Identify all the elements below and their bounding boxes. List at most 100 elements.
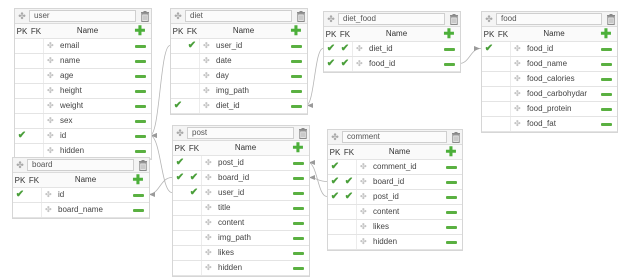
fk-cell[interactable]: ✔	[187, 186, 201, 200]
remove-field-button[interactable]	[129, 134, 151, 138]
remove-field-button[interactable]	[127, 208, 149, 212]
field-name[interactable]: ✤ likes	[201, 246, 287, 260]
field-name[interactable]: ✤ img_path	[201, 231, 287, 245]
remove-field-button[interactable]	[129, 149, 151, 153]
remove-field-button[interactable]	[440, 195, 462, 199]
fk-cell[interactable]: ✔	[342, 175, 356, 189]
field-name[interactable]: ✤ height	[43, 84, 129, 98]
pk-cell[interactable]: ✔	[328, 175, 342, 189]
field-name[interactable]: ✤ age	[43, 69, 129, 83]
move-handle-icon[interactable]: ✤	[171, 9, 185, 23]
remove-field-button[interactable]	[440, 180, 462, 184]
add-field-button[interactable]: ✚	[285, 24, 307, 38]
drag-handle-icon[interactable]: ✤	[203, 39, 210, 53]
remove-field-button[interactable]	[287, 221, 309, 225]
fk-cell[interactable]: ✔	[185, 39, 199, 53]
table-name-field[interactable]: food	[496, 13, 602, 25]
field-name[interactable]: ✤ title	[201, 201, 287, 215]
drag-handle-icon[interactable]: ✤	[360, 175, 367, 189]
pk-cell[interactable]: ✔	[324, 42, 338, 56]
fk-cell[interactable]: ✔	[338, 42, 352, 56]
field-name[interactable]: ✤ name	[43, 54, 129, 68]
drag-handle-icon[interactable]: ✤	[47, 114, 54, 128]
move-handle-icon[interactable]: ✤	[15, 9, 29, 23]
add-field-button[interactable]: ✚	[129, 24, 151, 38]
drag-handle-icon[interactable]: ✤	[203, 54, 210, 68]
drag-handle-icon[interactable]: ✤	[514, 117, 521, 131]
field-name[interactable]: ✤ day	[199, 69, 285, 83]
pk-cell[interactable]: ✔	[13, 188, 27, 202]
field-name[interactable]: ✤ content	[201, 216, 287, 230]
pk-cell[interactable]: ✔	[173, 171, 187, 185]
trash-icon[interactable]	[605, 13, 617, 25]
remove-field-button[interactable]	[287, 236, 309, 240]
remove-field-button[interactable]	[129, 59, 151, 63]
field-name[interactable]: ✤ board_id	[201, 171, 287, 185]
remove-field-button[interactable]	[440, 240, 462, 244]
field-name[interactable]: ✤ email	[43, 39, 129, 53]
drag-handle-icon[interactable]: ✤	[47, 99, 54, 113]
drag-handle-icon[interactable]: ✤	[514, 42, 521, 56]
remove-field-button[interactable]	[440, 210, 462, 214]
remove-field-button[interactable]	[285, 104, 307, 108]
trash-icon[interactable]	[297, 127, 309, 139]
remove-field-button[interactable]	[287, 266, 309, 270]
drag-handle-icon[interactable]: ✤	[45, 188, 52, 202]
fk-cell[interactable]: ✔	[187, 171, 201, 185]
drag-handle-icon[interactable]: ✤	[47, 54, 54, 68]
drag-handle-icon[interactable]: ✤	[356, 42, 363, 56]
field-name[interactable]: ✤ content	[356, 205, 440, 219]
add-field-button[interactable]: ✚	[595, 27, 617, 41]
remove-field-button[interactable]	[285, 44, 307, 48]
field-name[interactable]: ✤ diet_id	[199, 99, 285, 113]
remove-field-button[interactable]	[285, 89, 307, 93]
drag-handle-icon[interactable]: ✤	[205, 261, 212, 275]
field-name[interactable]: ✤ food_name	[510, 57, 595, 71]
field-name[interactable]: ✤ post_id	[356, 190, 440, 204]
field-name[interactable]: ✤ food_calories	[510, 72, 595, 86]
field-name[interactable]: ✤ weight	[43, 99, 129, 113]
remove-field-button[interactable]	[129, 74, 151, 78]
drag-handle-icon[interactable]: ✤	[360, 160, 367, 174]
trash-icon[interactable]	[450, 131, 462, 143]
drag-handle-icon[interactable]: ✤	[205, 156, 212, 170]
drag-handle-icon[interactable]: ✤	[205, 186, 212, 200]
field-name[interactable]: ✤ likes	[356, 220, 440, 234]
fk-cell[interactable]: ✔	[338, 57, 352, 71]
fk-cell[interactable]: ✔	[342, 190, 356, 204]
pk-cell[interactable]: ✔	[173, 156, 187, 170]
drag-handle-icon[interactable]: ✤	[514, 102, 521, 116]
field-name[interactable]: ✤ user_id	[201, 186, 287, 200]
field-name[interactable]: ✤ board_name	[41, 203, 127, 217]
add-field-button[interactable]: ✚	[127, 173, 149, 187]
field-name[interactable]: ✤ board_id	[356, 175, 440, 189]
drag-handle-icon[interactable]: ✤	[203, 84, 210, 98]
drag-handle-icon[interactable]: ✤	[203, 69, 210, 83]
drag-handle-icon[interactable]: ✤	[47, 39, 54, 53]
remove-field-button[interactable]	[287, 251, 309, 255]
field-name[interactable]: ✤ post_id	[201, 156, 287, 170]
drag-handle-icon[interactable]: ✤	[360, 220, 367, 234]
table-name-field[interactable]: comment	[342, 131, 447, 143]
drag-handle-icon[interactable]: ✤	[205, 216, 212, 230]
drag-handle-icon[interactable]: ✤	[360, 235, 367, 249]
table-name-field[interactable]: board	[27, 159, 134, 171]
trash-icon[interactable]	[448, 13, 460, 25]
add-field-button[interactable]: ✚	[287, 141, 309, 155]
add-field-button[interactable]: ✚	[440, 145, 462, 159]
field-name[interactable]: ✤ hidden	[356, 235, 440, 249]
drag-handle-icon[interactable]: ✤	[205, 231, 212, 245]
field-name[interactable]: ✤ user_id	[199, 39, 285, 53]
drag-handle-icon[interactable]: ✤	[205, 171, 212, 185]
field-name[interactable]: ✤ comment_id	[356, 160, 440, 174]
remove-field-button[interactable]	[129, 119, 151, 123]
remove-field-button[interactable]	[287, 161, 309, 165]
field-name[interactable]: ✤ food_fat	[510, 117, 595, 131]
remove-field-button[interactable]	[285, 59, 307, 63]
drag-handle-icon[interactable]: ✤	[47, 129, 54, 143]
drag-handle-icon[interactable]: ✤	[360, 190, 367, 204]
pk-cell[interactable]: ✔	[328, 160, 342, 174]
remove-field-button[interactable]	[595, 122, 617, 126]
field-name[interactable]: ✤ id	[43, 129, 129, 143]
field-name[interactable]: ✤ food_protein	[510, 102, 595, 116]
